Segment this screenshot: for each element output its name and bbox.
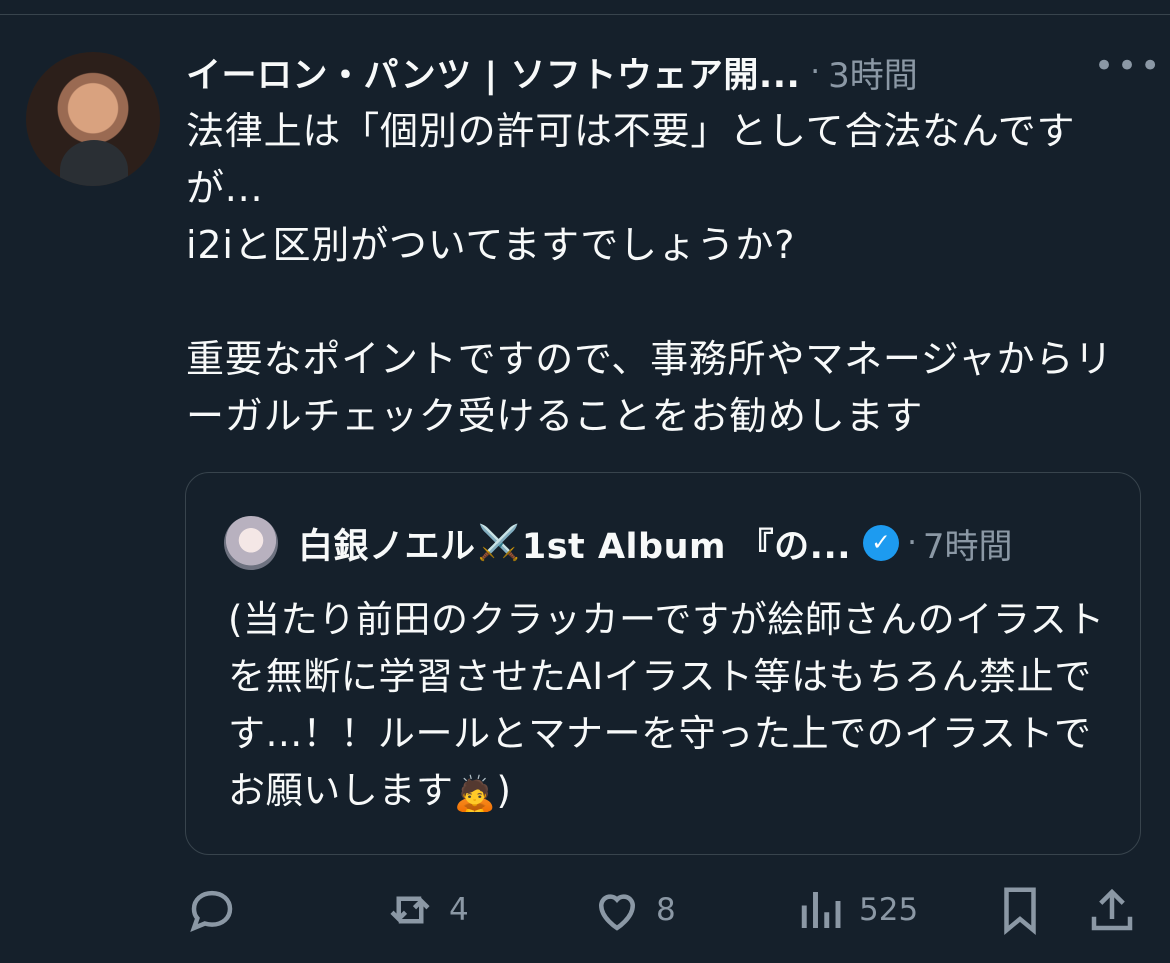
quoted-author-album[interactable]: 1st Album 『の... xyxy=(522,518,851,569)
bowing-person-icon: 🙇 xyxy=(453,774,497,814)
share-icon xyxy=(1091,888,1133,931)
quoted-tweet-card[interactable]: 白銀ノエル ⚔️ 1st Album 『の... ✓ · 7時間 (当たり前田の… xyxy=(185,472,1141,855)
quoted-tweet-header: 白銀ノエル ⚔️ 1st Album 『の... ✓ · 7時間 xyxy=(298,517,1118,569)
verified-badge-icon: ✓ xyxy=(863,525,900,561)
tweet-header: イーロン・パンツ | ソフトウェア開... · 3時間 xyxy=(186,48,1136,96)
crossed-swords-icon: ⚔️ xyxy=(477,523,520,563)
reply-button[interactable] xyxy=(185,881,239,939)
bookmark-icon xyxy=(1004,887,1036,936)
retweet-count: 4 xyxy=(449,892,469,928)
bookmark-button[interactable] xyxy=(993,881,1047,939)
tweet-timestamp[interactable]: 3時間 xyxy=(828,48,918,97)
share-button[interactable] xyxy=(1085,881,1139,939)
like-button[interactable]: 8 xyxy=(590,881,676,939)
author-name[interactable]: イーロン・パンツ | ソフトウェア開... xyxy=(186,47,800,98)
reply-icon xyxy=(190,890,233,933)
more-options-button[interactable]: ••• xyxy=(1094,49,1160,84)
time-separator: · xyxy=(810,54,821,90)
quoted-author-avatar[interactable] xyxy=(224,516,278,570)
tweet-actions: 4 8 525 xyxy=(185,881,1145,939)
quoted-author-name[interactable]: 白銀ノエル xyxy=(298,518,476,569)
views-chart-icon xyxy=(801,892,841,928)
quoted-time-separator: · xyxy=(907,525,917,561)
views-count: 525 xyxy=(859,892,919,928)
like-count: 8 xyxy=(656,892,676,928)
quoted-tweet-body: (当たり前田のクラッカーですが絵師さんのイラストを無断に学習させたAIイラスト等… xyxy=(228,598,1105,812)
views-button[interactable]: 525 xyxy=(793,881,918,939)
quoted-tweet-closing: ) xyxy=(496,769,512,812)
quoted-tweet-timestamp[interactable]: 7時間 xyxy=(923,519,1013,568)
tweet-text: 法律上は「個別の許可は不要」として合法なんですが... i2iと区別がついてます… xyxy=(186,109,1114,438)
author-avatar[interactable] xyxy=(26,52,160,186)
retweet-icon xyxy=(390,896,430,924)
heart-icon xyxy=(598,894,636,931)
top-divider xyxy=(0,0,1170,15)
quoted-tweet-text: (当たり前田のクラッカーですが絵師さんのイラストを無断に学習させたAIイラスト等… xyxy=(228,591,1118,823)
retweet-button[interactable]: 4 xyxy=(383,881,469,939)
